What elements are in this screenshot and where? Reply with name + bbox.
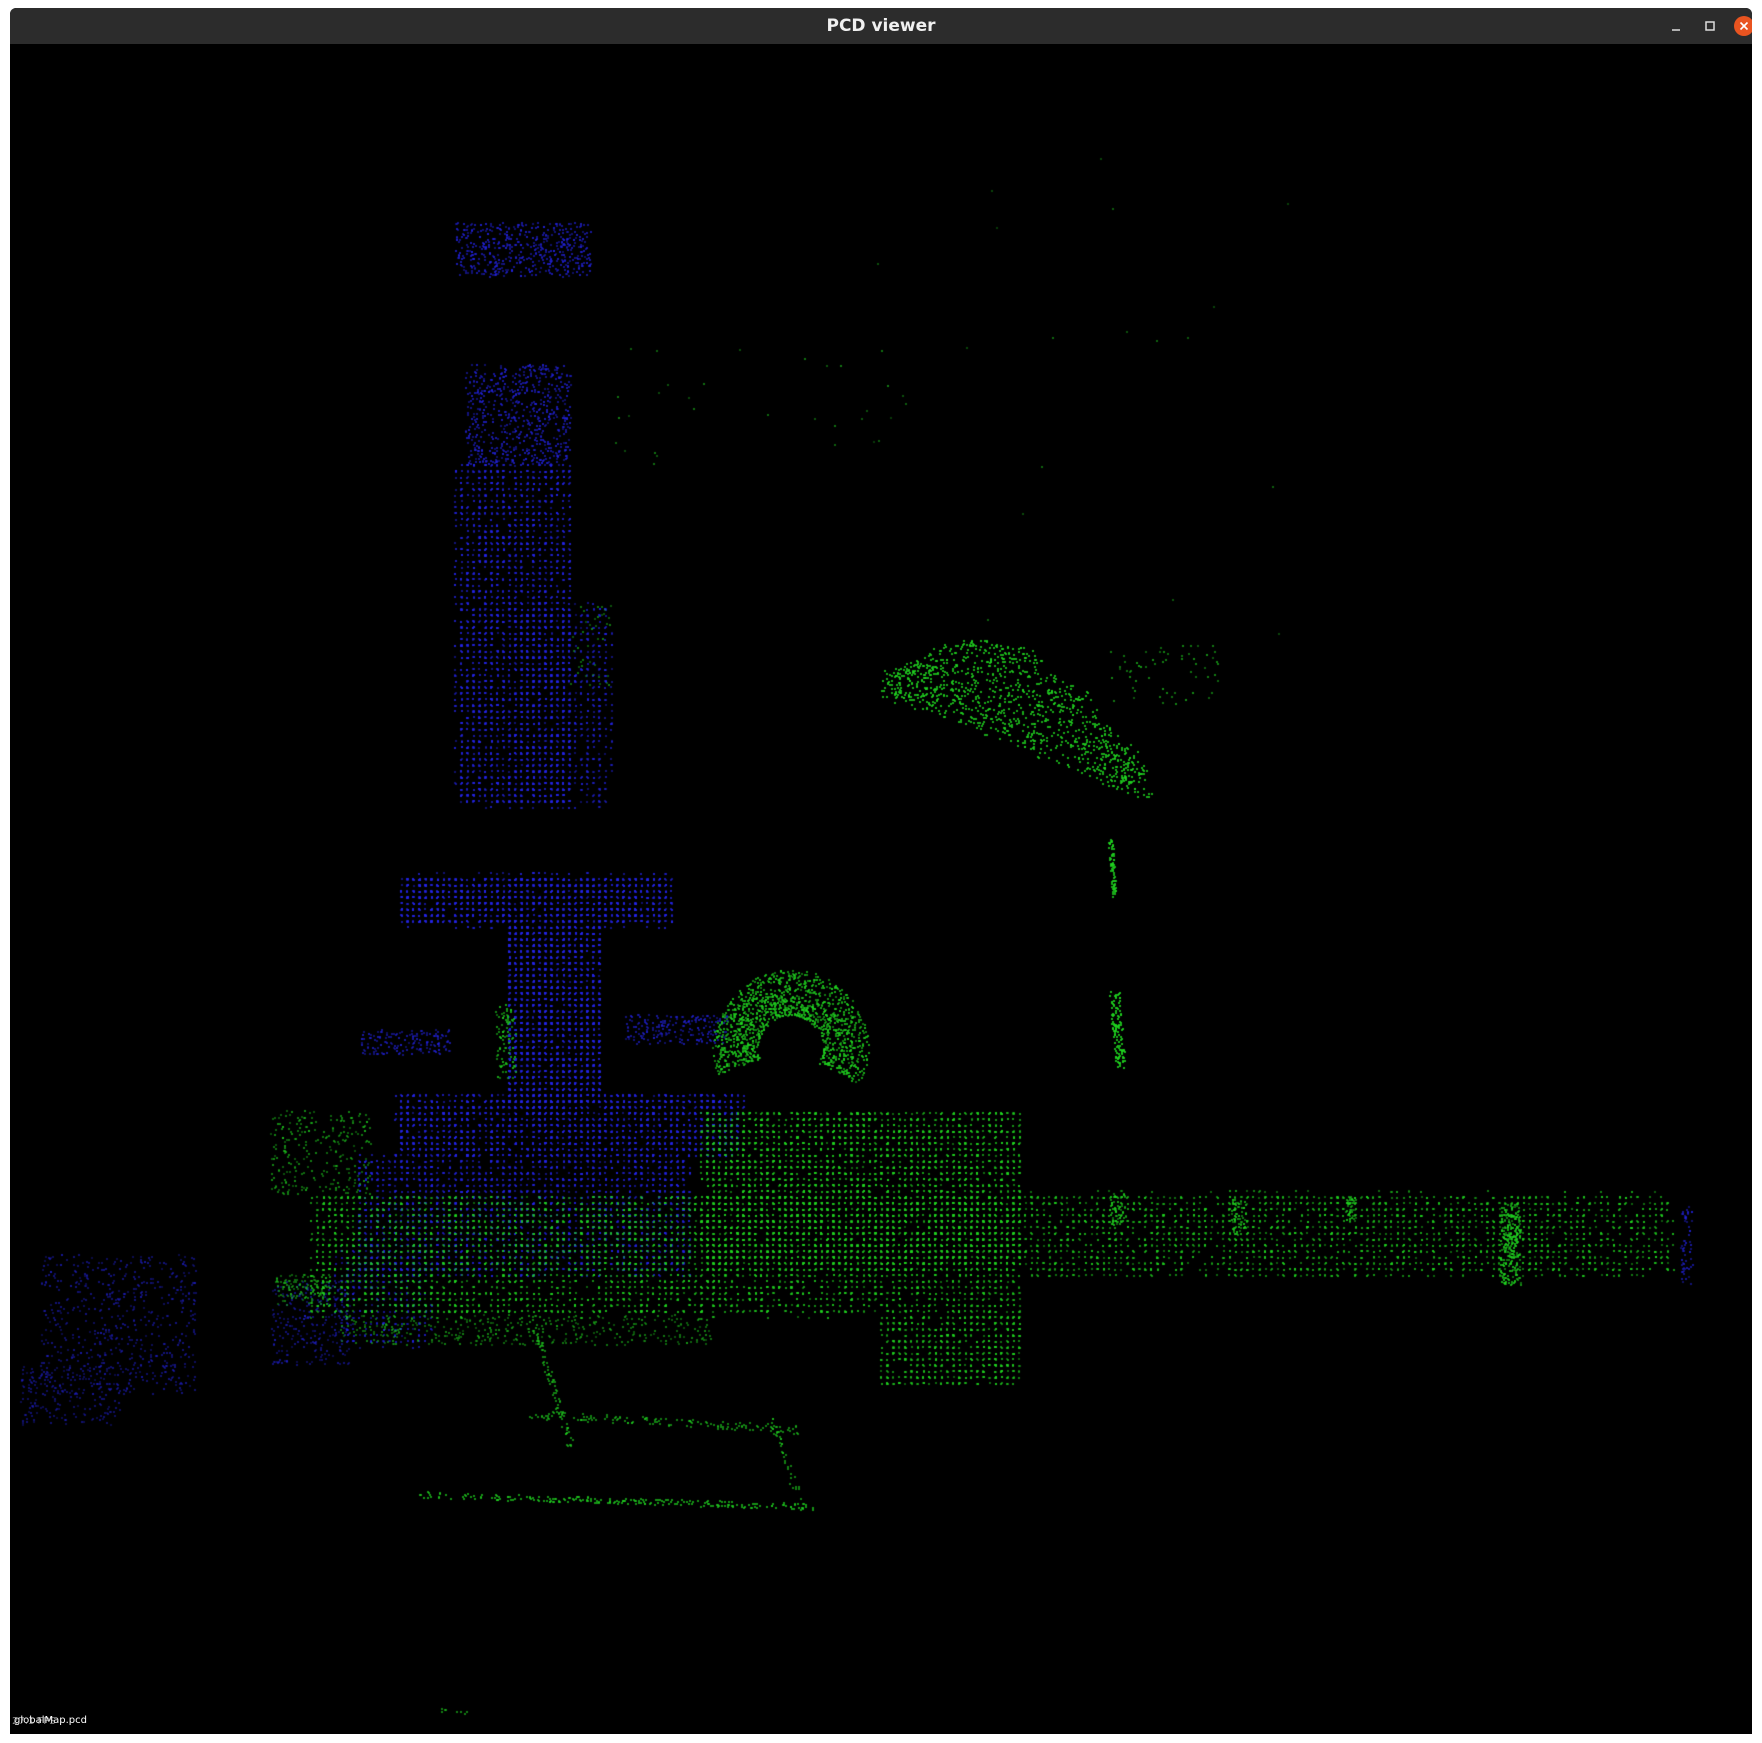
file-name-label: globalMap.pcd	[14, 1715, 87, 1726]
close-icon	[1739, 21, 1749, 31]
title-bar[interactable]: PCD viewer	[10, 8, 1752, 44]
minimize-button[interactable]	[1666, 16, 1686, 36]
close-button[interactable]	[1734, 16, 1752, 36]
maximize-button[interactable]	[1700, 16, 1720, 36]
pcd-viewer-window: PCD viewer 27.1 FPS globalMap.pcd	[10, 8, 1752, 1734]
minimize-icon	[1672, 29, 1680, 31]
point-cloud-viewport[interactable]: 27.1 FPS globalMap.pcd	[10, 44, 1752, 1734]
window-title: PCD viewer	[826, 16, 936, 36]
point-cloud-canvas[interactable]	[10, 44, 1752, 1734]
maximize-icon	[1705, 21, 1715, 31]
